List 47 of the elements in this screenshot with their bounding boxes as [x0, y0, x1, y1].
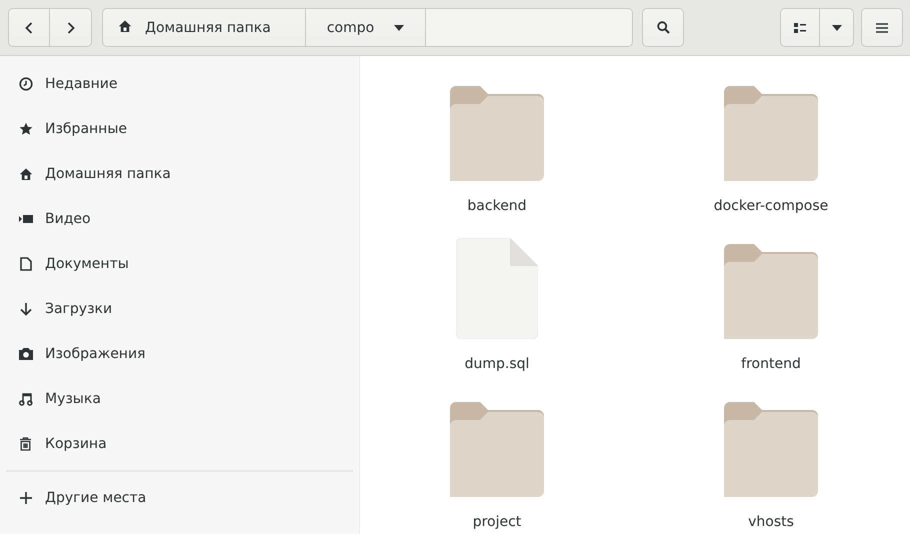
menu-button[interactable]	[861, 8, 903, 47]
music-note-icon	[18, 392, 32, 406]
chevron-left-icon	[25, 22, 33, 34]
search-button[interactable]	[642, 8, 684, 47]
file-name: frontend	[741, 356, 801, 372]
folder-icon	[724, 402, 818, 497]
sidebar-item[interactable]: Домашняя папка	[0, 151, 359, 196]
caret-icon	[832, 24, 842, 30]
down-arrow-icon	[18, 302, 32, 316]
camera-icon	[18, 348, 32, 360]
folder-icon	[724, 244, 818, 339]
home-icon	[118, 18, 132, 32]
folder-icon	[450, 402, 544, 497]
folder-icon	[450, 86, 544, 181]
video-icon	[18, 212, 32, 224]
menu-icon	[876, 22, 888, 32]
chevron-right-icon	[66, 22, 74, 34]
sidebar-item[interactable]: Избранные	[0, 106, 359, 151]
file-name: backend	[467, 198, 527, 214]
file-name: docker-compose	[714, 198, 828, 214]
sidebar-item[interactable]: Документы	[0, 241, 359, 286]
sidebar-item[interactable]: Музыка	[0, 376, 359, 421]
search-icon	[656, 21, 670, 34]
file-name: vhosts	[748, 514, 794, 530]
sidebar-item[interactable]: Недавние	[0, 61, 359, 106]
file-name: project	[472, 514, 522, 530]
sidebar-item[interactable]: Изображения	[0, 331, 359, 376]
star-icon	[18, 122, 32, 136]
plus-icon	[20, 492, 32, 504]
trash-icon	[19, 436, 32, 450]
file-name: dump.sql	[464, 356, 530, 372]
caret-icon	[394, 24, 404, 30]
path-button[interactable]: compo	[306, 8, 426, 47]
location-field[interactable]	[426, 8, 633, 47]
sidebar-item[interactable]: Загрузки	[0, 286, 359, 331]
list-view-icon	[794, 22, 806, 32]
document-icon	[20, 256, 32, 270]
home-icon	[18, 166, 32, 180]
clock-icon	[18, 76, 32, 90]
folder-icon	[724, 86, 818, 181]
sidebar-item[interactable]: Корзина	[0, 421, 359, 466]
sidebar-item[interactable]: Другие места	[0, 475, 359, 520]
file-icon	[456, 238, 538, 339]
view-options-button[interactable]	[820, 8, 854, 47]
view-button[interactable]	[780, 8, 820, 47]
path-button[interactable]: Домашняя папка	[102, 8, 306, 47]
sidebar-item[interactable]: Видео	[0, 196, 359, 241]
